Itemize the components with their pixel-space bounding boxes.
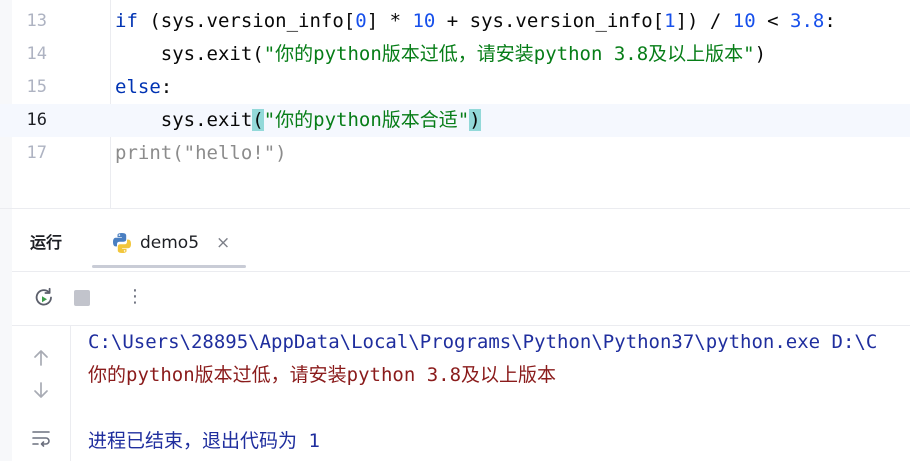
code-token: sys.exit( xyxy=(115,43,264,65)
line-number: 17 xyxy=(26,143,47,163)
code-line-15[interactable]: 15 else: xyxy=(0,71,910,104)
code-token: print("hello!") xyxy=(115,142,287,164)
python-icon xyxy=(113,233,131,253)
code-text[interactable]: if (sys.version_info[0] * 10 + sys.versi… xyxy=(115,5,836,38)
line-number: 16 xyxy=(26,110,47,130)
code-token: else xyxy=(115,76,161,98)
code-token: < xyxy=(755,10,790,32)
line-number: 13 xyxy=(26,11,47,31)
panel-left-strip xyxy=(0,209,12,461)
console-exit-line: 进程已结束，退出代码为 1 xyxy=(88,430,320,452)
code-line-17[interactable]: 17 print("hello!") xyxy=(0,137,910,170)
tab-demo5[interactable]: demo5 × xyxy=(92,225,246,268)
code-token: ] * xyxy=(366,10,413,32)
code-token: + sys.version_info[ xyxy=(435,10,665,32)
console-stderr-line: 你的python版本过低，请安装python 3.8及以上版本 xyxy=(88,364,557,386)
code-token: 10 xyxy=(412,10,436,32)
run-tool-window: 运行 demo5 × ⋮ C:\Users\28895\AppData\Loca… xyxy=(0,208,910,461)
soft-wrap-icon[interactable] xyxy=(30,427,52,449)
code-line-13[interactable]: 13 if (sys.version_info[0] * 10 + sys.ve… xyxy=(0,5,910,38)
code-editor[interactable]: 13 if (sys.version_info[0] * 10 + sys.ve… xyxy=(0,0,910,208)
code-token: : xyxy=(824,10,836,32)
code-line-14[interactable]: 14 sys.exit("你的python版本过低，请安装python 3.8及… xyxy=(0,38,910,71)
code-token: 1 xyxy=(664,10,676,32)
stop-icon[interactable] xyxy=(70,286,94,310)
more-options-icon[interactable]: ⋮ xyxy=(126,286,144,308)
code-text[interactable]: else: xyxy=(115,71,172,104)
close-tab-icon[interactable]: × xyxy=(216,230,230,256)
code-token: 0 xyxy=(355,10,367,32)
code-token: sys.exit xyxy=(115,109,253,131)
console-command-line: C:\Users\28895\AppData\Local\Programs\Py… xyxy=(88,331,878,353)
run-panel-title: 运行 xyxy=(30,233,63,252)
code-token: 10 xyxy=(732,10,756,32)
run-toolbar: ⋮ xyxy=(12,271,910,326)
code-token: 3.8 xyxy=(790,10,825,32)
code-token: : xyxy=(160,76,173,98)
code-token: "你的python版本合适" xyxy=(263,109,470,131)
code-token: if xyxy=(115,10,138,32)
code-line-16-current[interactable]: 16 sys.exit("你的python版本合适") xyxy=(0,104,910,137)
matched-brace: ( xyxy=(252,109,264,131)
code-token: ) xyxy=(754,43,767,65)
line-number: 14 xyxy=(26,44,47,64)
code-token: ]) / xyxy=(675,10,733,32)
active-tab-indicator xyxy=(92,265,246,268)
code-text[interactable]: sys.exit("你的python版本合适") xyxy=(115,104,481,137)
code-text[interactable]: sys.exit("你的python版本过低，请安装python 3.8及以上版… xyxy=(115,38,766,71)
rerun-icon[interactable] xyxy=(32,286,56,310)
console-output[interactable]: C:\Users\28895\AppData\Local\Programs\Py… xyxy=(88,325,910,461)
code-text[interactable]: print("hello!") xyxy=(115,137,287,170)
tab-label: demo5 xyxy=(140,233,200,253)
code-token: "你的python版本过低，请安装python 3.8及以上版本" xyxy=(263,43,755,65)
code-token: (sys.version_info[ xyxy=(137,10,356,32)
arrow-up-icon[interactable] xyxy=(30,347,52,369)
console-side-rail xyxy=(12,325,71,461)
arrow-down-icon[interactable] xyxy=(30,379,52,401)
line-number: 15 xyxy=(26,77,47,97)
matched-brace: ) xyxy=(469,109,481,131)
